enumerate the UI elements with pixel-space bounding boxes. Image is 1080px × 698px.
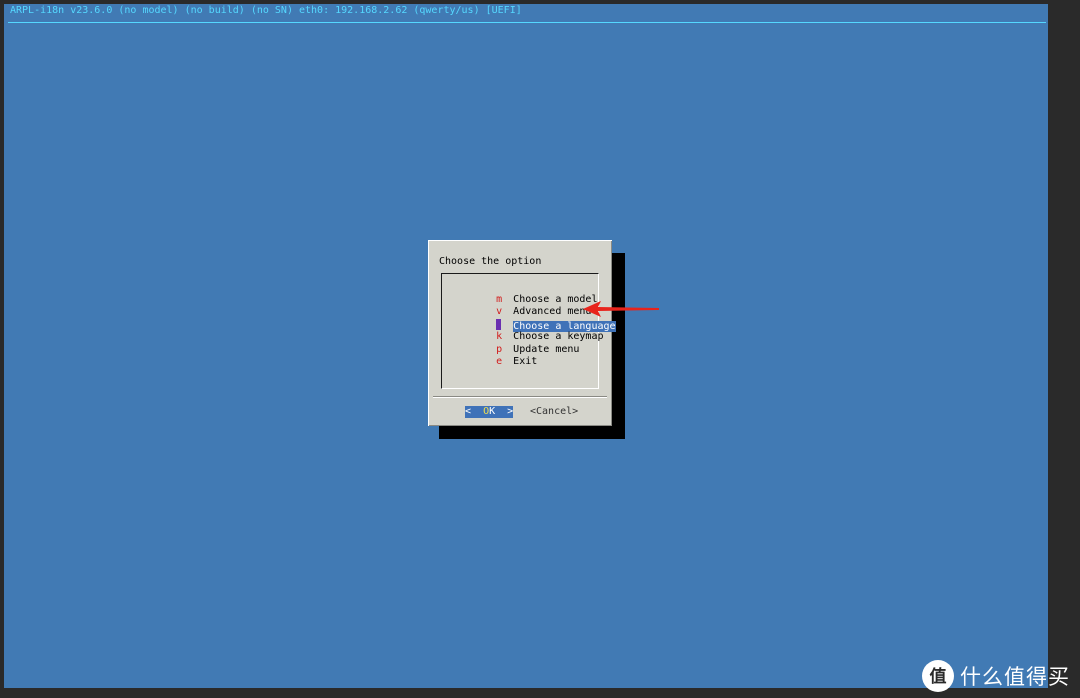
- svg-text:值: 值: [930, 666, 947, 687]
- watermark: 值 什么值得买: [922, 660, 1070, 692]
- window-frame: ARPL-i18n v23.6.0 (no model) (no build) …: [0, 0, 1080, 698]
- button-separator: [433, 396, 607, 398]
- menu-item-advanced-menu[interactable]: v Advanced menu: [448, 294, 591, 317]
- watermark-logo-icon: 值: [922, 660, 954, 692]
- backtitle: ARPL-i18n v23.6.0 (no model) (no build) …: [10, 5, 522, 16]
- menu-dialog: Choose the option m Choose a model v Advan…: [428, 240, 616, 426]
- menu-item-hotkey: e: [496, 356, 503, 367]
- menu-item-update-menu[interactable]: p Update menu: [448, 332, 579, 355]
- terminal-screen: ARPL-i18n v23.6.0 (no model) (no build) …: [4, 4, 1048, 688]
- menu-item-label: Exit: [513, 356, 538, 367]
- ok-button[interactable]: < OK >: [465, 406, 514, 418]
- annotation-arrow-icon: [583, 301, 659, 317]
- backtitle-rule: [8, 22, 1046, 23]
- menu-item-choose-keymap[interactable]: k Choose a keymap: [448, 319, 603, 342]
- cancel-button[interactable]: <Cancel>: [530, 406, 578, 418]
- watermark-text: 什么值得买: [960, 665, 1070, 689]
- menu-item-exit[interactable]: e Exit: [448, 344, 537, 367]
- dialog-title: Choose the option: [439, 256, 542, 267]
- watermark-logo-glyph: 值: [930, 666, 947, 687]
- ok-button-right-bracket: >: [495, 406, 514, 417]
- menu-item-choose-model[interactable]: m Choose a model: [448, 282, 597, 305]
- ok-button-left-bracket: <: [465, 406, 484, 417]
